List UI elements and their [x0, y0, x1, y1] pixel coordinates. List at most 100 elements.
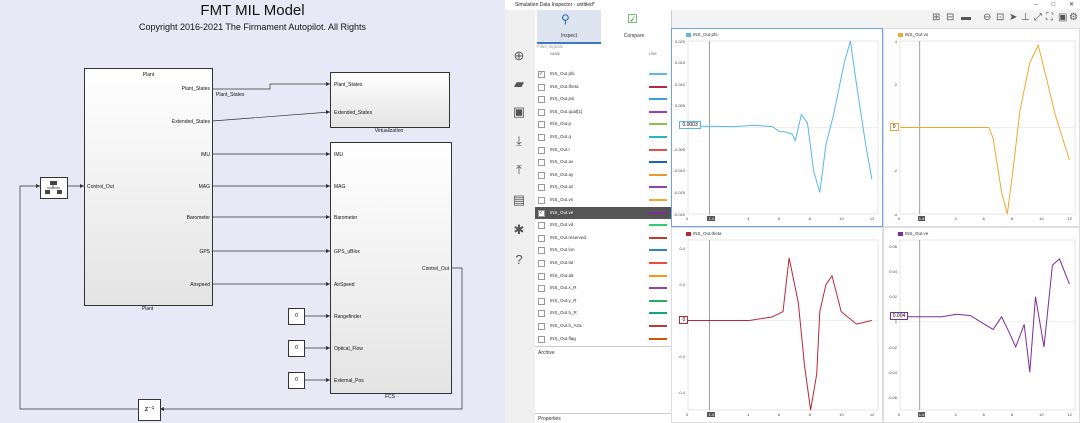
- signal-checkbox[interactable]: [538, 83, 545, 91]
- plant-block[interactable]: Plant Control_Out Plant_States Extended_…: [84, 68, 213, 306]
- zoom-icon[interactable]: ⊖: [983, 12, 991, 23]
- plot-area[interactable]: INS_Out.phi0.0200.0150.0100.0050-0.005-0…: [671, 28, 1080, 423]
- signal-checkbox[interactable]: [538, 310, 545, 318]
- layout-grid-icon[interactable]: ⊞: [932, 12, 940, 23]
- zoom-box-icon[interactable]: ⊡: [996, 12, 1004, 23]
- signal-row[interactable]: INS_Out.y_R: [535, 295, 671, 308]
- signal-line-color[interactable]: [649, 299, 667, 302]
- fit-icon[interactable]: ⤢: [1034, 12, 1042, 23]
- signal-row[interactable]: INS_Out.alt: [535, 270, 671, 283]
- signal-row[interactable]: INS_Out.flag: [535, 333, 671, 346]
- import-icon[interactable]: ⤓: [511, 133, 527, 149]
- signal-line-color[interactable]: [649, 73, 667, 75]
- signal-row[interactable]: INS_Out.h_AGL: [535, 320, 671, 333]
- plot-theta[interactable]: INS_Out.theta0.40.20-0.2-0.401.446810120: [671, 227, 883, 423]
- document-icon[interactable]: ▤: [511, 192, 527, 208]
- signal-checkbox[interactable]: [538, 260, 545, 267]
- signal-line-color[interactable]: [649, 148, 667, 151]
- signal-line-color[interactable]: [649, 287, 667, 290]
- layout-options-icon[interactable]: ⊟: [946, 12, 954, 23]
- virtualization-block[interactable]: Plant_States Extended_States: [330, 72, 450, 128]
- simulink-canvas[interactable]: FMT MIL Model Copyright 2016-2021 The Fi…: [0, 0, 505, 423]
- signal-line-color[interactable]: [649, 236, 667, 239]
- export-icon[interactable]: ⤒: [511, 162, 527, 178]
- fullscreen-icon[interactable]: ⛶: [1046, 12, 1053, 23]
- properties-section[interactable]: Properties: [535, 413, 671, 423]
- signal-row[interactable]: INS_Out.ay: [535, 169, 671, 182]
- minimize-button[interactable]: –: [1035, 2, 1038, 8]
- signal-checkbox[interactable]: ✓: [538, 209, 545, 217]
- signal-row[interactable]: INS_Out.p: [535, 118, 671, 131]
- signal-row[interactable]: INS_Out.r: [535, 144, 671, 157]
- signal-line-color[interactable]: [649, 211, 667, 214]
- signal-checkbox[interactable]: [538, 297, 545, 305]
- signal-checkbox[interactable]: [538, 159, 545, 167]
- visualize-icon[interactable]: ▬: [961, 12, 971, 23]
- signal-row[interactable]: INS_Out.vn: [535, 194, 671, 207]
- signal-row[interactable]: INS_Out.x_R: [535, 282, 671, 295]
- signal-row[interactable]: INS_Out.h_R: [535, 307, 671, 320]
- data-cursor-icon[interactable]: ⊥: [1021, 12, 1030, 23]
- signal-line-color[interactable]: [649, 110, 667, 113]
- signal-checkbox[interactable]: [538, 335, 545, 343]
- signal-line-color[interactable]: [649, 224, 667, 227]
- signal-checkbox[interactable]: [538, 96, 545, 104]
- signal-line-color[interactable]: [649, 136, 667, 138]
- signal-line-color[interactable]: [649, 161, 667, 164]
- archive-section[interactable]: Archive: [535, 346, 671, 359]
- cursor-icon[interactable]: ➤: [1009, 12, 1017, 23]
- plot-ve[interactable]: INS_Out.ve 0.06 0.04 0.02 0 -0.02 -0.04 -0.06 0 1…: [883, 227, 1080, 423]
- signal-checkbox[interactable]: [538, 134, 545, 141]
- maximize-button[interactable]: □: [1052, 2, 1056, 8]
- signal-row[interactable]: INS_Out.lon: [535, 244, 671, 257]
- signal-row[interactable]: INS_Out.q: [535, 131, 671, 144]
- signal-row[interactable]: INS_Out.theta: [535, 81, 671, 94]
- signal-checkbox[interactable]: [538, 272, 545, 280]
- signal-checkbox[interactable]: ✓: [538, 71, 545, 78]
- signal-row[interactable]: INS_Out.az: [535, 181, 671, 194]
- plot-vn[interactable]: INS_Out.vn420-2-401.446810120: [883, 28, 1080, 227]
- constant-block[interactable]: 0: [288, 372, 305, 389]
- tab-compare[interactable]: ☑ Compare: [601, 10, 667, 42]
- save-icon[interactable]: ▣: [511, 104, 527, 120]
- signal-row[interactable]: INS_Out.psi: [535, 93, 671, 106]
- signal-row[interactable]: INS_Out.ax: [535, 156, 671, 169]
- signal-row[interactable]: ✓ INS_Out.ve: [535, 206, 671, 220]
- signal-line-color[interactable]: [649, 274, 667, 277]
- signal-checkbox[interactable]: [538, 234, 545, 242]
- signal-checkbox[interactable]: [538, 323, 545, 330]
- signal-line-color[interactable]: [649, 123, 667, 126]
- gear-icon[interactable]: ✱: [511, 222, 527, 238]
- close-button[interactable]: ✕: [1069, 2, 1074, 8]
- add-icon[interactable]: ⊕: [511, 48, 527, 64]
- settings-icon[interactable]: ⚙: [1069, 12, 1078, 23]
- signal-checkbox[interactable]: [538, 184, 545, 192]
- signal-checkbox[interactable]: [538, 121, 545, 129]
- signal-line-color[interactable]: [649, 325, 667, 327]
- folder-icon[interactable]: ▰: [511, 76, 527, 92]
- signal-row[interactable]: INS_Out.lat: [535, 257, 671, 270]
- signal-line-color[interactable]: [649, 98, 667, 101]
- fcs-block[interactable]: IMU MAG Barometer GPS_uBlox AirSpeed Ran…: [330, 142, 452, 394]
- signal-checkbox[interactable]: [538, 222, 545, 230]
- signal-checkbox[interactable]: [538, 197, 545, 204]
- tab-inspect[interactable]: ⚲ Inspect: [537, 10, 601, 44]
- bus-creator-block[interactable]: [40, 177, 68, 199]
- signal-line-color[interactable]: [649, 249, 667, 252]
- help-icon[interactable]: ?: [511, 252, 527, 268]
- signal-row[interactable]: INS_Out.quat[1]: [535, 106, 671, 119]
- signal-checkbox[interactable]: [538, 146, 545, 154]
- filter-signals-input[interactable]: Filter Signals: [537, 44, 667, 52]
- signal-line-color[interactable]: [649, 337, 667, 340]
- signal-checkbox[interactable]: [538, 108, 545, 116]
- snapshot-icon[interactable]: ▣: [1058, 12, 1067, 23]
- signal-checkbox[interactable]: [538, 247, 545, 255]
- unit-delay-block[interactable]: z⁻¹: [138, 399, 161, 421]
- signal-line-color[interactable]: [649, 85, 667, 88]
- signal-row[interactable]: INS_Out.reserved: [535, 232, 671, 245]
- constant-block[interactable]: 0: [288, 340, 305, 357]
- signal-line-color[interactable]: [649, 199, 667, 201]
- signal-checkbox[interactable]: [538, 171, 545, 179]
- signal-line-color[interactable]: [649, 173, 667, 176]
- plot-phi[interactable]: INS_Out.phi0.0200.0150.0100.0050-0.005-0…: [671, 28, 883, 227]
